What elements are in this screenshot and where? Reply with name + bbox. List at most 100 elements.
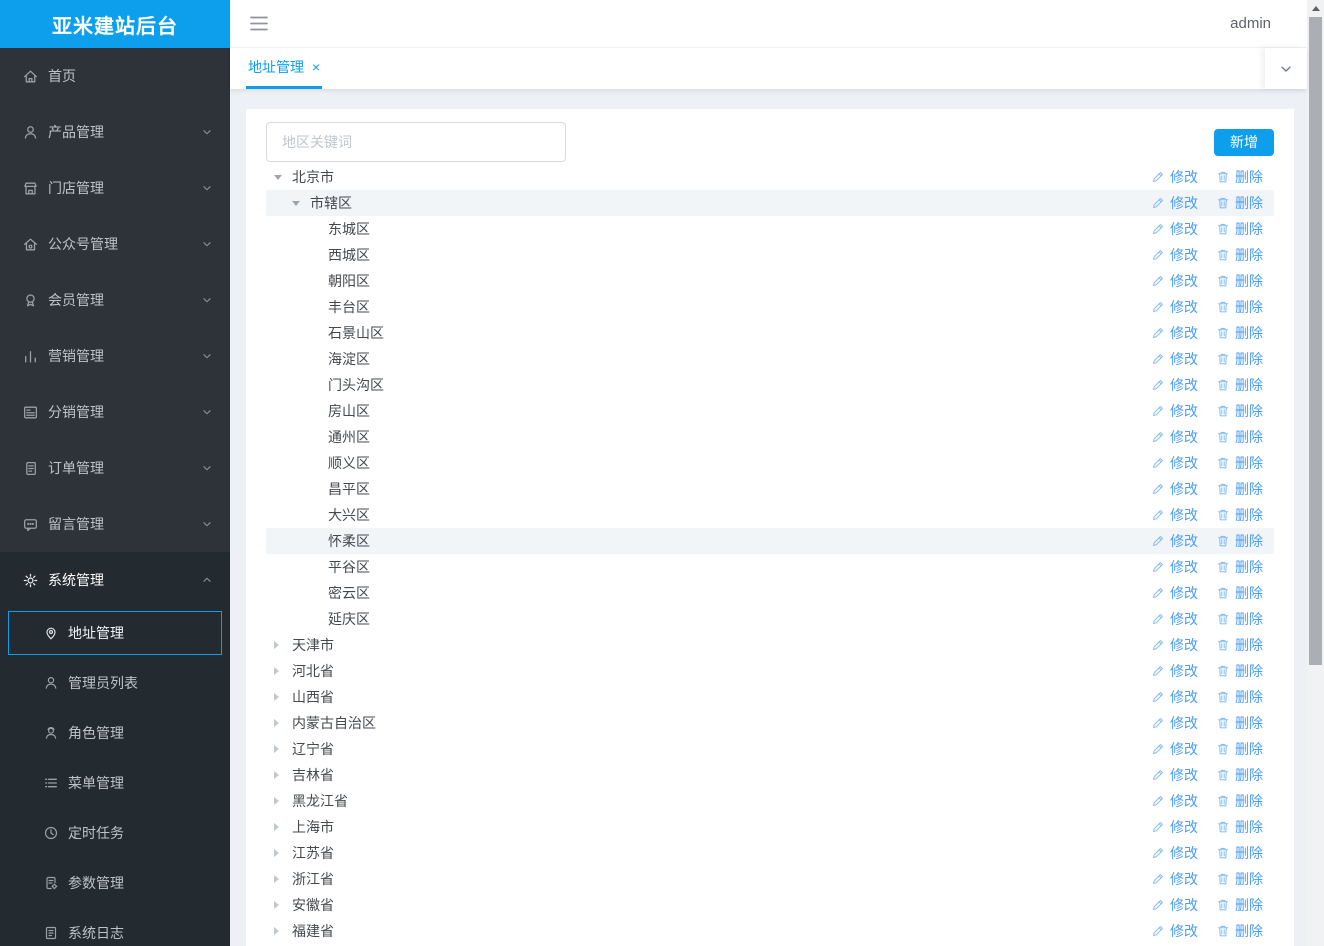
expand-arrow-icon[interactable]: [310, 580, 328, 606]
tree-row[interactable]: 顺义区 修改 删除: [266, 450, 1274, 476]
tab-overflow-button[interactable]: [1265, 48, 1307, 89]
edit-link[interactable]: 修改: [1151, 817, 1198, 837]
edit-link[interactable]: 修改: [1151, 895, 1198, 915]
tab-close-icon[interactable]: ×: [312, 60, 320, 74]
edit-link[interactable]: 修改: [1151, 791, 1198, 811]
edit-link[interactable]: 修改: [1151, 401, 1198, 421]
sidebar-item-marketing[interactable]: 营销管理: [0, 328, 230, 384]
sidebar-item-roles[interactable]: 角色管理: [8, 708, 222, 758]
expand-arrow-icon[interactable]: [274, 866, 292, 892]
tree-row[interactable]: 昌平区 修改 删除: [266, 476, 1274, 502]
expand-arrow-icon[interactable]: [274, 710, 292, 736]
edit-link[interactable]: 修改: [1151, 609, 1198, 629]
sidebar-item-scheduled-tasks[interactable]: 定时任务: [8, 808, 222, 858]
tree-row[interactable]: 丰台区 修改 删除: [266, 294, 1274, 320]
expand-arrow-icon[interactable]: [292, 190, 310, 216]
expand-arrow-icon[interactable]: [274, 164, 292, 190]
tree-row[interactable]: 天津市 修改 删除: [266, 632, 1274, 658]
delete-link[interactable]: 删除: [1216, 635, 1263, 655]
tree-row[interactable]: 平谷区 修改 删除: [266, 554, 1274, 580]
tree-row[interactable]: 朝阳区 修改 删除: [266, 268, 1274, 294]
delete-link[interactable]: 删除: [1216, 245, 1263, 265]
sidebar-item-admin-list[interactable]: 管理员列表: [8, 658, 222, 708]
user-menu[interactable]: admin: [1230, 15, 1271, 32]
sidebar-item-address-management[interactable]: 地址管理: [8, 611, 222, 655]
expand-arrow-icon[interactable]: [310, 216, 328, 242]
tree-row[interactable]: 浙江省 修改 删除: [266, 866, 1274, 892]
delete-link[interactable]: 删除: [1216, 479, 1263, 499]
sidebar-item-system[interactable]: 系统管理: [0, 552, 230, 608]
edit-link[interactable]: 修改: [1151, 713, 1198, 733]
expand-arrow-icon[interactable]: [274, 658, 292, 684]
expand-arrow-icon[interactable]: [274, 788, 292, 814]
edit-link[interactable]: 修改: [1151, 271, 1198, 291]
expand-arrow-icon[interactable]: [274, 918, 292, 944]
edit-link[interactable]: 修改: [1151, 687, 1198, 707]
edit-link[interactable]: 修改: [1151, 869, 1198, 889]
delete-link[interactable]: 删除: [1216, 375, 1263, 395]
tree-row[interactable]: 密云区 修改 删除: [266, 580, 1274, 606]
edit-link[interactable]: 修改: [1151, 739, 1198, 759]
edit-link[interactable]: 修改: [1151, 453, 1198, 473]
edit-link[interactable]: 修改: [1151, 505, 1198, 525]
expand-arrow-icon[interactable]: [310, 320, 328, 346]
expand-arrow-icon[interactable]: [274, 736, 292, 762]
sidebar-item-distribution[interactable]: 分销管理: [0, 384, 230, 440]
sidebar-item-orders[interactable]: 订单管理: [0, 440, 230, 496]
expand-arrow-icon[interactable]: [274, 762, 292, 788]
expand-arrow-icon[interactable]: [310, 424, 328, 450]
tree-row[interactable]: 北京市 修改 删除: [266, 164, 1274, 190]
delete-link[interactable]: 删除: [1216, 713, 1263, 733]
delete-link[interactable]: 删除: [1216, 349, 1263, 369]
expand-arrow-icon[interactable]: [274, 892, 292, 918]
expand-arrow-icon[interactable]: [310, 268, 328, 294]
edit-link[interactable]: 修改: [1151, 479, 1198, 499]
delete-link[interactable]: 删除: [1216, 531, 1263, 551]
tree-row[interactable]: 安徽省 修改 删除: [266, 892, 1274, 918]
tree-row[interactable]: 市辖区 修改 删除: [266, 190, 1274, 216]
edit-link[interactable]: 修改: [1151, 219, 1198, 239]
edit-link[interactable]: 修改: [1151, 765, 1198, 785]
expand-arrow-icon[interactable]: [310, 450, 328, 476]
delete-link[interactable]: 删除: [1216, 557, 1263, 577]
edit-link[interactable]: 修改: [1151, 531, 1198, 551]
sidebar-item-official-account[interactable]: 公众号管理: [0, 216, 230, 272]
delete-link[interactable]: 删除: [1216, 687, 1263, 707]
tree-row[interactable]: 山西省 修改 删除: [266, 684, 1274, 710]
tree-row[interactable]: 辽宁省 修改 删除: [266, 736, 1274, 762]
sidebar-item-messages[interactable]: 留言管理: [0, 496, 230, 552]
tree-row[interactable]: 上海市 修改 删除: [266, 814, 1274, 840]
sidebar-item-stores[interactable]: 门店管理: [0, 160, 230, 216]
sidebar-item-home[interactable]: 首页: [0, 48, 230, 104]
delete-link[interactable]: 删除: [1216, 791, 1263, 811]
edit-link[interactable]: 修改: [1151, 921, 1198, 941]
delete-link[interactable]: 删除: [1216, 505, 1263, 525]
sidebar-item-products[interactable]: 产品管理: [0, 104, 230, 160]
delete-link[interactable]: 删除: [1216, 219, 1263, 239]
tree-row[interactable]: 内蒙古自治区 修改 删除: [266, 710, 1274, 736]
delete-link[interactable]: 删除: [1216, 921, 1263, 941]
scrollbar-up-arrow-icon[interactable]: [1307, 0, 1324, 17]
edit-link[interactable]: 修改: [1151, 323, 1198, 343]
delete-link[interactable]: 删除: [1216, 323, 1263, 343]
expand-arrow-icon[interactable]: [274, 684, 292, 710]
edit-link[interactable]: 修改: [1151, 167, 1198, 187]
delete-link[interactable]: 删除: [1216, 297, 1263, 317]
tree-row[interactable]: 大兴区 修改 删除: [266, 502, 1274, 528]
add-button[interactable]: 新增: [1214, 128, 1274, 156]
tab-address-management[interactable]: 地址管理 ×: [246, 48, 323, 89]
delete-link[interactable]: 删除: [1216, 193, 1263, 213]
expand-arrow-icon[interactable]: [310, 528, 328, 554]
expand-arrow-icon[interactable]: [274, 840, 292, 866]
expand-arrow-icon[interactable]: [310, 372, 328, 398]
expand-arrow-icon[interactable]: [310, 398, 328, 424]
tree-row[interactable]: 延庆区 修改 删除: [266, 606, 1274, 632]
expand-arrow-icon[interactable]: [310, 606, 328, 632]
search-input[interactable]: [266, 122, 566, 162]
tree-row[interactable]: 西城区 修改 删除: [266, 242, 1274, 268]
expand-arrow-icon[interactable]: [310, 476, 328, 502]
page-scrollbar[interactable]: [1307, 0, 1324, 946]
edit-link[interactable]: 修改: [1151, 427, 1198, 447]
delete-link[interactable]: 删除: [1216, 609, 1263, 629]
tree-row[interactable]: 福建省 修改 删除: [266, 918, 1274, 944]
